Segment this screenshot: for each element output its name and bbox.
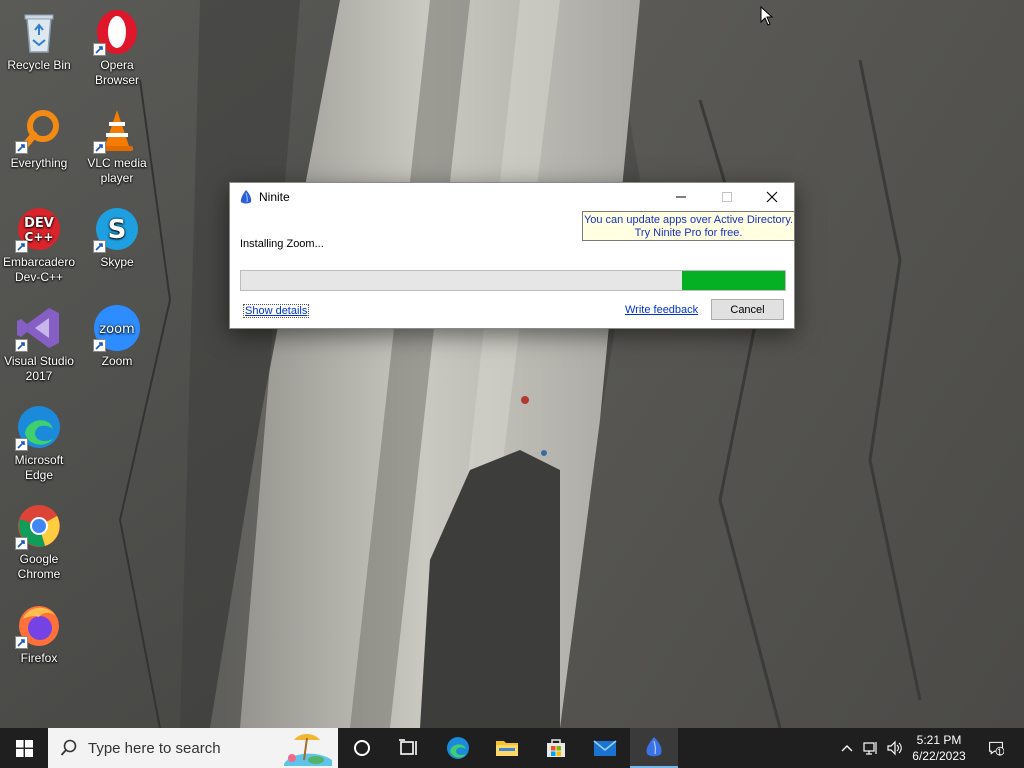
- taskbar-ninite-button[interactable]: [630, 728, 678, 768]
- progress-fill: [681, 271, 785, 290]
- desktop-icon-everything[interactable]: Everything: [0, 106, 78, 171]
- window-title: Ninite: [259, 190, 290, 204]
- store-bag-icon: [547, 739, 565, 757]
- desktop-icon-skype[interactable]: S Skype: [78, 205, 156, 270]
- folder-icon: [496, 741, 518, 756]
- desktop-icon-label: Firefox: [20, 651, 58, 665]
- shortcut-arrow-icon: [15, 636, 28, 649]
- write-feedback-link[interactable]: Write feedback: [625, 304, 698, 316]
- search-highlight-beach-icon: [284, 734, 332, 766]
- everything-icon: [15, 106, 63, 154]
- taskbar-mail-button[interactable]: [581, 728, 629, 768]
- shortcut-arrow-icon: [15, 240, 28, 253]
- chevron-up-icon: [841, 745, 853, 752]
- desktop-icon-label: VLC media player: [87, 156, 147, 185]
- maximize-button: [704, 183, 750, 211]
- zoom-icon: zoom: [93, 304, 141, 352]
- desktop-icon-label: Everything: [10, 156, 68, 170]
- speaker-icon: [887, 740, 902, 756]
- taskbar-file-explorer-button[interactable]: [483, 728, 531, 768]
- chrome-icon: [15, 502, 63, 550]
- desktop-icon-label: Recycle Bin: [7, 58, 71, 72]
- desktop-icon-firefox[interactable]: Firefox: [0, 601, 78, 666]
- taskbar-store-button[interactable]: [532, 728, 580, 768]
- network-icon: [863, 742, 877, 755]
- minimize-button[interactable]: [658, 183, 704, 211]
- svg-text:zoom: zoom: [99, 322, 134, 337]
- desktop-icon-label: Google Chrome: [17, 552, 61, 581]
- visual-studio-icon: [15, 304, 63, 352]
- ninite-window: Ninite You can update apps over Active D…: [229, 182, 795, 329]
- cancel-button[interactable]: Cancel: [711, 299, 784, 320]
- desktop-icon-label: Visual Studio 2017: [4, 354, 74, 383]
- desktop-icon-visual-studio[interactable]: Visual Studio 2017: [0, 304, 78, 384]
- recycle-bin-icon: [15, 8, 63, 56]
- desktop-icon-zoom[interactable]: zoom Zoom: [78, 304, 156, 369]
- mouse-cursor-icon: [760, 5, 774, 26]
- taskbar-edge-button[interactable]: [434, 728, 482, 768]
- edge-icon: [447, 737, 469, 759]
- svg-text:C++: C++: [25, 230, 54, 244]
- taskbar: Type here to search 5:21 PM 6/22/2023 1: [0, 728, 1024, 768]
- volume-button[interactable]: [883, 728, 905, 768]
- ninite-pro-promo[interactable]: You can update apps over Active Director…: [582, 211, 795, 241]
- desktop-icon-label: Microsoft Edge: [14, 453, 64, 482]
- skype-icon: S: [93, 205, 141, 253]
- svg-text:DEV: DEV: [24, 216, 54, 231]
- title-bar[interactable]: Ninite: [230, 183, 794, 211]
- notification-count: 1: [997, 747, 1003, 757]
- svg-text:S: S: [108, 215, 127, 245]
- firefox-icon: [15, 601, 63, 649]
- cortana-button[interactable]: [338, 728, 386, 768]
- ninite-logo-icon: [646, 737, 662, 757]
- desktop-icon-chrome[interactable]: Google Chrome: [0, 502, 78, 582]
- close-button[interactable]: [749, 183, 795, 211]
- minimize-icon: [676, 196, 686, 198]
- search-placeholder: Type here to search: [88, 740, 221, 757]
- desktop-icon-label: Zoom: [101, 354, 133, 368]
- desktop-icon-edge[interactable]: Microsoft Edge: [0, 403, 78, 483]
- desktop-icon-devcpp[interactable]: DEV C++ Embarcadero Dev-C++: [0, 205, 78, 285]
- show-hidden-icons-button[interactable]: [836, 728, 858, 768]
- desktop-icon-label: Skype: [100, 255, 134, 269]
- taskbar-search-box[interactable]: Type here to search: [48, 728, 338, 768]
- clock-date: 6/22/2023: [912, 749, 966, 763]
- devcpp-icon: DEV C++: [15, 205, 63, 253]
- ninite-logo-icon: [238, 189, 254, 205]
- task-view-icon: [399, 739, 417, 755]
- action-center-button[interactable]: 1: [980, 728, 1012, 768]
- shortcut-arrow-icon: [93, 339, 106, 352]
- network-button[interactable]: [860, 728, 882, 768]
- opera-icon: [93, 8, 141, 56]
- shortcut-arrow-icon: [15, 438, 28, 451]
- shortcut-arrow-icon: [15, 141, 28, 154]
- mail-icon: [593, 740, 617, 756]
- search-icon: [60, 739, 77, 756]
- desktop-icon-recycle-bin[interactable]: Recycle Bin: [0, 8, 78, 73]
- close-icon: [766, 191, 778, 203]
- shortcut-arrow-icon: [15, 537, 28, 550]
- edge-icon: [15, 403, 63, 451]
- task-view-button[interactable]: [385, 728, 433, 768]
- cortana-circle-icon: [354, 740, 370, 756]
- promo-line-2: Try Ninite Pro for free.: [634, 227, 743, 239]
- desktop-icon-label: Opera Browser: [94, 58, 139, 87]
- install-status: Installing Zoom...: [240, 238, 324, 250]
- shortcut-arrow-icon: [93, 141, 106, 154]
- desktop-icon-opera[interactable]: Opera Browser: [78, 8, 156, 88]
- shortcut-arrow-icon: [15, 339, 28, 352]
- shortcut-arrow-icon: [93, 43, 106, 56]
- windows-logo-icon: [15, 739, 33, 757]
- maximize-icon: [722, 192, 732, 202]
- desktop-icon-vlc[interactable]: VLC media player: [78, 106, 156, 186]
- install-progress-bar: [240, 270, 786, 291]
- show-details-link[interactable]: Show details: [243, 304, 310, 318]
- shortcut-arrow-icon: [93, 240, 106, 253]
- taskbar-clock[interactable]: 5:21 PM 6/22/2023: [906, 732, 972, 764]
- start-button[interactable]: [0, 728, 48, 768]
- clock-time: 5:21 PM: [916, 733, 962, 747]
- promo-line-1: You can update apps over Active Director…: [583, 214, 794, 226]
- desktop-icon-label: Embarcadero Dev-C++: [2, 255, 76, 284]
- vlc-cone-icon: [93, 106, 141, 154]
